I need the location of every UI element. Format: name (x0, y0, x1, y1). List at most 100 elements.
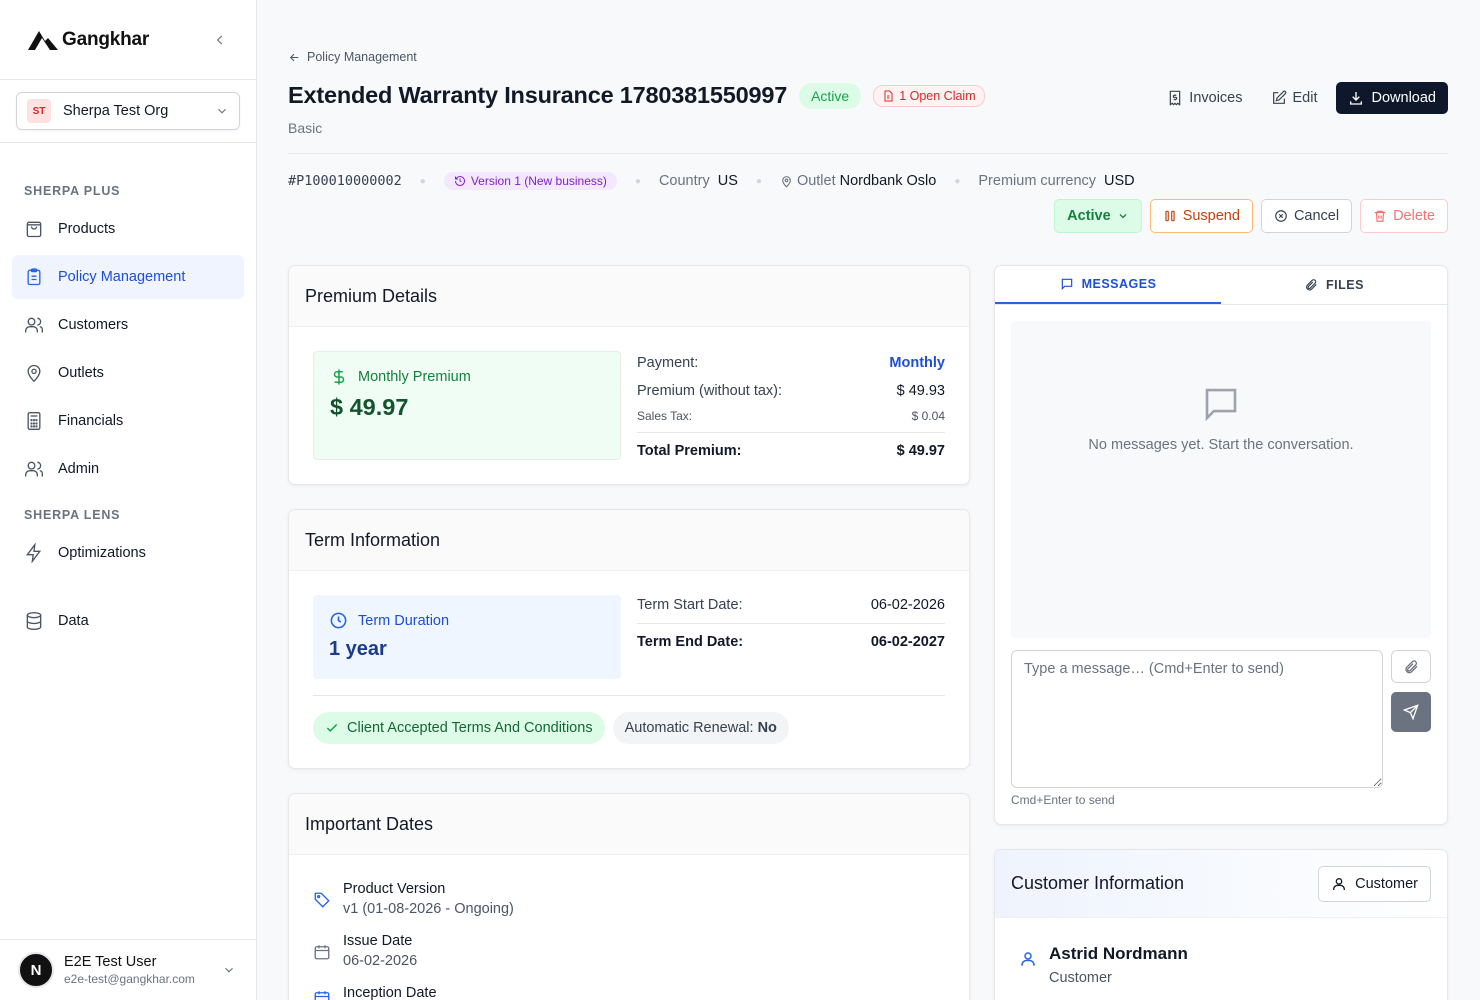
policy-subtitle: Basic (288, 120, 323, 136)
edit-button[interactable]: Edit (1261, 82, 1328, 114)
cancel-label: Cancel (1293, 208, 1340, 224)
term-duration-label: Term Duration (358, 612, 450, 629)
sidebar-item-label: Outlets (58, 365, 104, 381)
sidebar-item-label: Customers (58, 317, 129, 333)
view-customer-label: Customer (1355, 875, 1418, 892)
date-item-issue-date: Issue Date 06-02-2026 (313, 933, 417, 969)
nav-heading-sherpa-plus: SHERPA PLUS (24, 184, 121, 198)
suspend-label: Suspend (1182, 208, 1240, 224)
card-title: Important Dates (289, 794, 969, 855)
term-end-label: Term End Date: (637, 634, 744, 650)
message-square-icon (1061, 278, 1072, 291)
view-customer-button[interactable]: Customer (1318, 865, 1431, 902)
payment-label: Payment: (637, 355, 699, 371)
invoices-button[interactable]: Invoices (1157, 82, 1252, 114)
user-icon (1333, 877, 1346, 890)
terms-accepted-label: Client Accepted Terms And Conditions (347, 720, 593, 736)
paperclip-icon (1306, 279, 1317, 291)
card-title: Term Information (289, 510, 969, 571)
meta-separator: ● (634, 175, 641, 187)
sidebar-item-policy-management[interactable]: Policy Management (12, 255, 244, 299)
sidebar-item-admin[interactable]: Admin (12, 447, 244, 491)
attach-file-button[interactable] (1391, 650, 1431, 683)
sidebar-item-customers[interactable]: Customers (12, 303, 244, 347)
meta-separator: ● (419, 175, 426, 187)
meta-separator: ● (954, 175, 961, 187)
sidebar: Gangkhar ST Sherpa Test Org SHERPA PLUS … (0, 0, 257, 1000)
user-menu[interactable]: N E2E Test User e2e-test@gangkhar.com (0, 939, 256, 1000)
date-item-value: 06-02-2026 (343, 953, 418, 969)
chevron-down-icon (1119, 214, 1127, 219)
paperclip-icon (1405, 659, 1418, 673)
tag-icon (314, 892, 330, 908)
country-value: US (717, 173, 738, 189)
divider (637, 623, 945, 624)
version-badge[interactable]: Version 1 (New business) (443, 172, 617, 190)
sidebar-item-outlets[interactable]: Outlets (12, 351, 244, 395)
arrow-left-icon (289, 53, 299, 61)
download-button[interactable]: Download (1335, 82, 1448, 114)
sidebar-item-label: Data (58, 613, 89, 629)
suspend-button[interactable]: Suspend (1149, 199, 1253, 233)
brand-logo[interactable]: Gangkhar (28, 29, 149, 51)
database-icon (24, 611, 44, 631)
download-icon (1349, 92, 1362, 105)
send-message-button[interactable] (1391, 692, 1431, 732)
sidebar-item-data[interactable]: Data (12, 599, 244, 643)
date-item-title: Product Version (343, 881, 446, 897)
date-item-inception-date: Inception Date (313, 985, 437, 1000)
brand-header: Gangkhar (0, 0, 256, 80)
policy-number: #P100010000002 (288, 173, 402, 189)
send-hint: Cmd+Enter to send (1011, 793, 1115, 807)
customer-role: Customer (1049, 970, 1112, 986)
monthly-premium-box: Monthly Premium $ 49.97 (313, 351, 621, 460)
sidebar-item-label: Optimizations (58, 545, 146, 561)
customer-name: Astrid Nordmann (1049, 944, 1188, 963)
meta-separator: ● (755, 175, 762, 187)
delete-label: Delete (1393, 208, 1435, 224)
outlet-label-wrap: Outlet (780, 173, 836, 189)
user-email: e2e-test@gangkhar.com (64, 972, 195, 986)
receipt-icon (1170, 90, 1181, 106)
org-badge: ST (27, 99, 51, 123)
empty-state-text: No messages yet. Start the conversation. (1088, 437, 1354, 453)
term-start-label: Term Start Date: (637, 597, 743, 613)
message-input[interactable] (1011, 650, 1383, 788)
message-square-icon (1205, 388, 1237, 422)
status-dropdown[interactable]: Active (1054, 199, 1142, 233)
total-premium-value: $ 49.97 (896, 443, 945, 459)
sidebar-item-products[interactable]: Products (12, 207, 244, 251)
delete-button[interactable]: Delete (1360, 199, 1448, 233)
calendar-icon (314, 945, 330, 960)
tab-label: FILES (1326, 278, 1364, 292)
open-claim-badge[interactable]: 1 Open Claim (873, 84, 985, 107)
term-duration-box: Term Duration 1 year (313, 595, 621, 679)
calculator-icon (24, 411, 44, 431)
card-title: Customer Information (1011, 873, 1185, 893)
card-title: Premium Details (289, 266, 969, 327)
tab-files[interactable]: FILES (1221, 266, 1447, 304)
chevron-down-icon (225, 967, 233, 973)
org-selector[interactable]: ST Sherpa Test Org (16, 92, 240, 130)
user-icon (1021, 952, 1035, 966)
sidebar-item-financials[interactable]: Financials (12, 399, 244, 443)
terms-accepted-badge: Client Accepted Terms And Conditions (313, 712, 605, 744)
auto-renewal-label: Automatic Renewal: (624, 720, 754, 736)
breadcrumb[interactable]: Policy Management (288, 50, 417, 64)
auto-renewal-badge: Automatic Renewal: No (612, 712, 789, 744)
sidebar-item-label: Products (58, 221, 116, 237)
org-name: Sherpa Test Org (63, 103, 169, 119)
tab-messages[interactable]: MESSAGES (995, 266, 1221, 304)
collapse-sidebar-button[interactable] (210, 30, 230, 50)
term-end-value: 06-02-2027 (870, 634, 945, 650)
users-icon (24, 459, 44, 479)
status-badge: Active (799, 82, 862, 109)
history-icon (454, 176, 465, 186)
sidebar-item-optimizations[interactable]: Optimizations (12, 531, 244, 575)
cancel-button[interactable]: Cancel (1260, 199, 1353, 233)
open-claim-label: 1 Open Claim (899, 88, 976, 103)
avatar: N (18, 952, 54, 988)
customer-information-card: Customer Information Customer Astrid Nor… (994, 849, 1448, 1000)
dollar-icon (333, 369, 345, 385)
term-information-card: Term Information Term Duration 1 year Te… (288, 509, 970, 769)
